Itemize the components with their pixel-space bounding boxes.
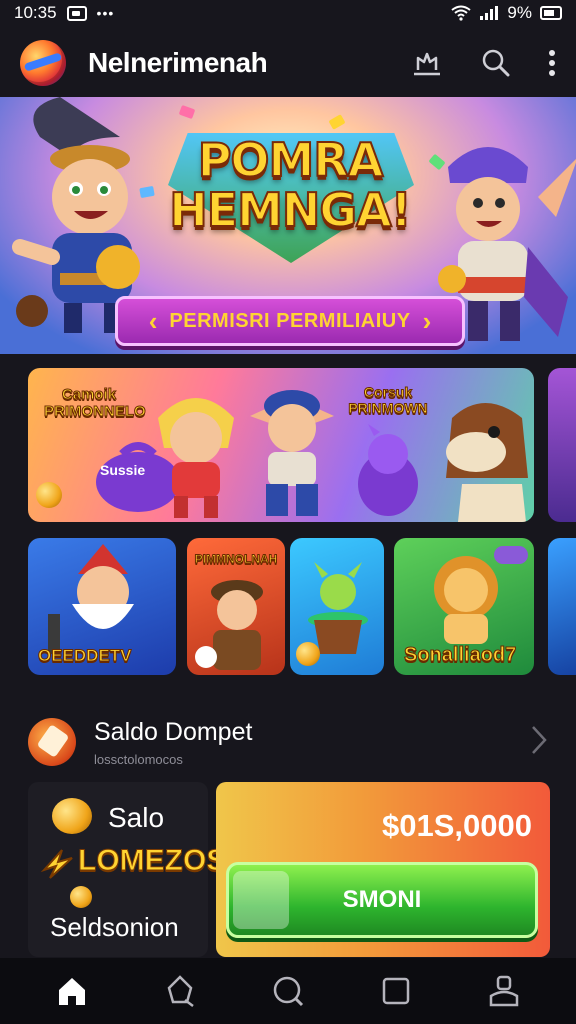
coin-icon	[296, 642, 320, 666]
game-card-4-label: Sonalliaod7	[403, 644, 517, 667]
featured-game-card[interactable]: Camoik PRIMONNELO Sussie Corsuk PRINMOWN	[28, 368, 534, 522]
featured-label-left: Camoik PRIMONNELO	[44, 386, 147, 421]
status-time: 10:35	[14, 3, 57, 22]
button-shine	[233, 871, 289, 929]
game-card-1[interactable]: OEEDDETV	[28, 538, 176, 675]
search-icon[interactable]	[480, 47, 512, 79]
profile-icon[interactable]	[487, 974, 521, 1008]
dots-icon: •••	[96, 5, 115, 21]
balance-bonus-label: LOMEZOS!	[77, 844, 237, 878]
chevron-right-icon: ›	[422, 305, 432, 336]
coin-icon	[36, 482, 62, 508]
header-actions	[410, 47, 556, 79]
bottom-nav	[0, 958, 576, 1024]
wifi-icon	[451, 5, 472, 21]
wallet-subtitle: lossctolomocos	[94, 752, 183, 767]
game-card-3[interactable]	[290, 538, 384, 675]
battery-icon	[540, 6, 562, 20]
signal-icon	[480, 6, 499, 20]
balance-action-panel: $01S,0000 SMONI	[216, 782, 550, 957]
game-card-2[interactable]: PIMMNOLNAH	[187, 538, 285, 675]
balance-action-label: SMONI	[342, 886, 422, 913]
hero-title: POMRA HEMNGA!	[168, 133, 413, 237]
featured-badge-label: Sussie	[100, 462, 146, 478]
balance-footer-label: Seldsonion	[50, 912, 179, 942]
chevron-left-icon: ‹	[148, 305, 158, 336]
logo-badge-icon	[195, 646, 217, 668]
hero-cta-button[interactable]: ‹ PERMISRI PERMILIAIUY ›	[115, 296, 465, 346]
featured-game-card-peek[interactable]	[548, 368, 576, 522]
lightning-icon	[40, 849, 73, 879]
coin-stack-icon	[52, 798, 92, 834]
app-header: Nelnerimenah	[0, 34, 576, 92]
search-icon[interactable]	[271, 974, 305, 1008]
tag-badge	[494, 546, 528, 564]
inbox-icon[interactable]	[410, 48, 444, 78]
explore-icon[interactable]	[163, 974, 197, 1008]
wallet-icon	[28, 718, 76, 766]
featured-label-right: Corsuk PRINMOWN	[348, 384, 428, 417]
wallet-row[interactable]: Saldo Dompet lossctolomocos	[28, 710, 552, 770]
hero-cta-label: PERMISRI PERMILIAIUY	[169, 309, 411, 332]
square-icon[interactable]	[379, 974, 413, 1008]
chevron-right-icon[interactable]	[530, 724, 548, 756]
confetti	[328, 114, 346, 130]
status-bar: 10:35 ••• 9%	[0, 0, 576, 26]
coin-icon	[70, 886, 92, 908]
game-card-1-label: OEEDDETV	[38, 646, 133, 666]
game-card-4[interactable]: Sonalliaod7	[394, 538, 534, 675]
hero-banner[interactable]: POMRA HEMNGA! ‹ PERMISRI PERMILIAIUY ›	[0, 97, 576, 354]
character-gnome	[48, 544, 134, 654]
game-card-5-peek[interactable]	[548, 538, 576, 675]
app-logo-icon[interactable]	[20, 40, 66, 86]
character-purple-creature	[358, 424, 418, 516]
balance-amount: $01S,0000	[382, 808, 532, 843]
balance-label: Salo	[108, 802, 165, 833]
app-title: Nelnerimenah	[88, 47, 268, 78]
character-dog	[446, 403, 528, 522]
more-vertical-icon[interactable]	[548, 49, 556, 77]
character-girl	[158, 398, 234, 518]
balance-info-panel: Salo LOMEZOS! Seldsonion	[28, 782, 237, 957]
battery-percent: 9%	[507, 3, 532, 22]
gallery-icon	[66, 5, 87, 21]
game-card-2-label: PIMMNOLNAH	[194, 552, 278, 567]
character-elf-boy	[250, 390, 334, 516]
wallet-title: Saldo Dompet	[94, 718, 253, 746]
home-icon[interactable]	[55, 974, 89, 1008]
balance-action-button[interactable]: SMONI	[226, 862, 538, 938]
